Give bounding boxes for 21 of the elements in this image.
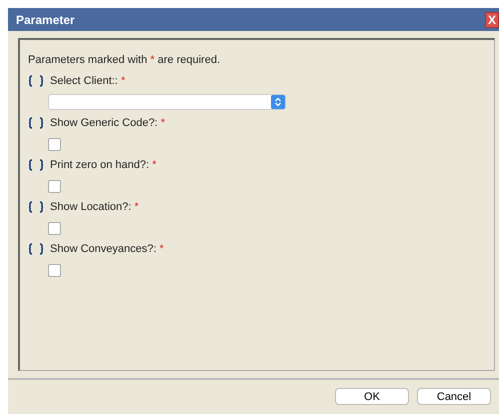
braces-icon bbox=[28, 159, 44, 171]
parameter-label: Show Conveyances?: * bbox=[50, 243, 164, 255]
parameter-label: Print zero on hand?: * bbox=[50, 159, 156, 171]
required-notice: Parameters marked with * are required. bbox=[28, 54, 220, 66]
parameter-label: Show Location?: * bbox=[50, 201, 139, 213]
window-title: Parameter bbox=[16, 12, 75, 26]
braces-icon bbox=[28, 243, 44, 255]
checkbox[interactable] bbox=[48, 264, 61, 276]
checkbox[interactable] bbox=[48, 180, 61, 192]
braces-icon bbox=[28, 75, 44, 87]
braces-icon bbox=[28, 117, 44, 129]
close-button[interactable]: X bbox=[485, 12, 499, 28]
checkbox[interactable] bbox=[48, 138, 61, 150]
parameter-label: Select Client:: * bbox=[50, 75, 126, 87]
client-select[interactable] bbox=[48, 94, 286, 110]
braces-icon bbox=[28, 201, 44, 213]
checkbox[interactable] bbox=[48, 222, 61, 234]
dialog-button[interactable]: OK bbox=[335, 388, 409, 405]
dialog-button[interactable]: Cancel bbox=[417, 388, 491, 405]
updown-icon bbox=[271, 95, 285, 109]
parameter-label: Show Generic Code?: * bbox=[50, 117, 165, 129]
